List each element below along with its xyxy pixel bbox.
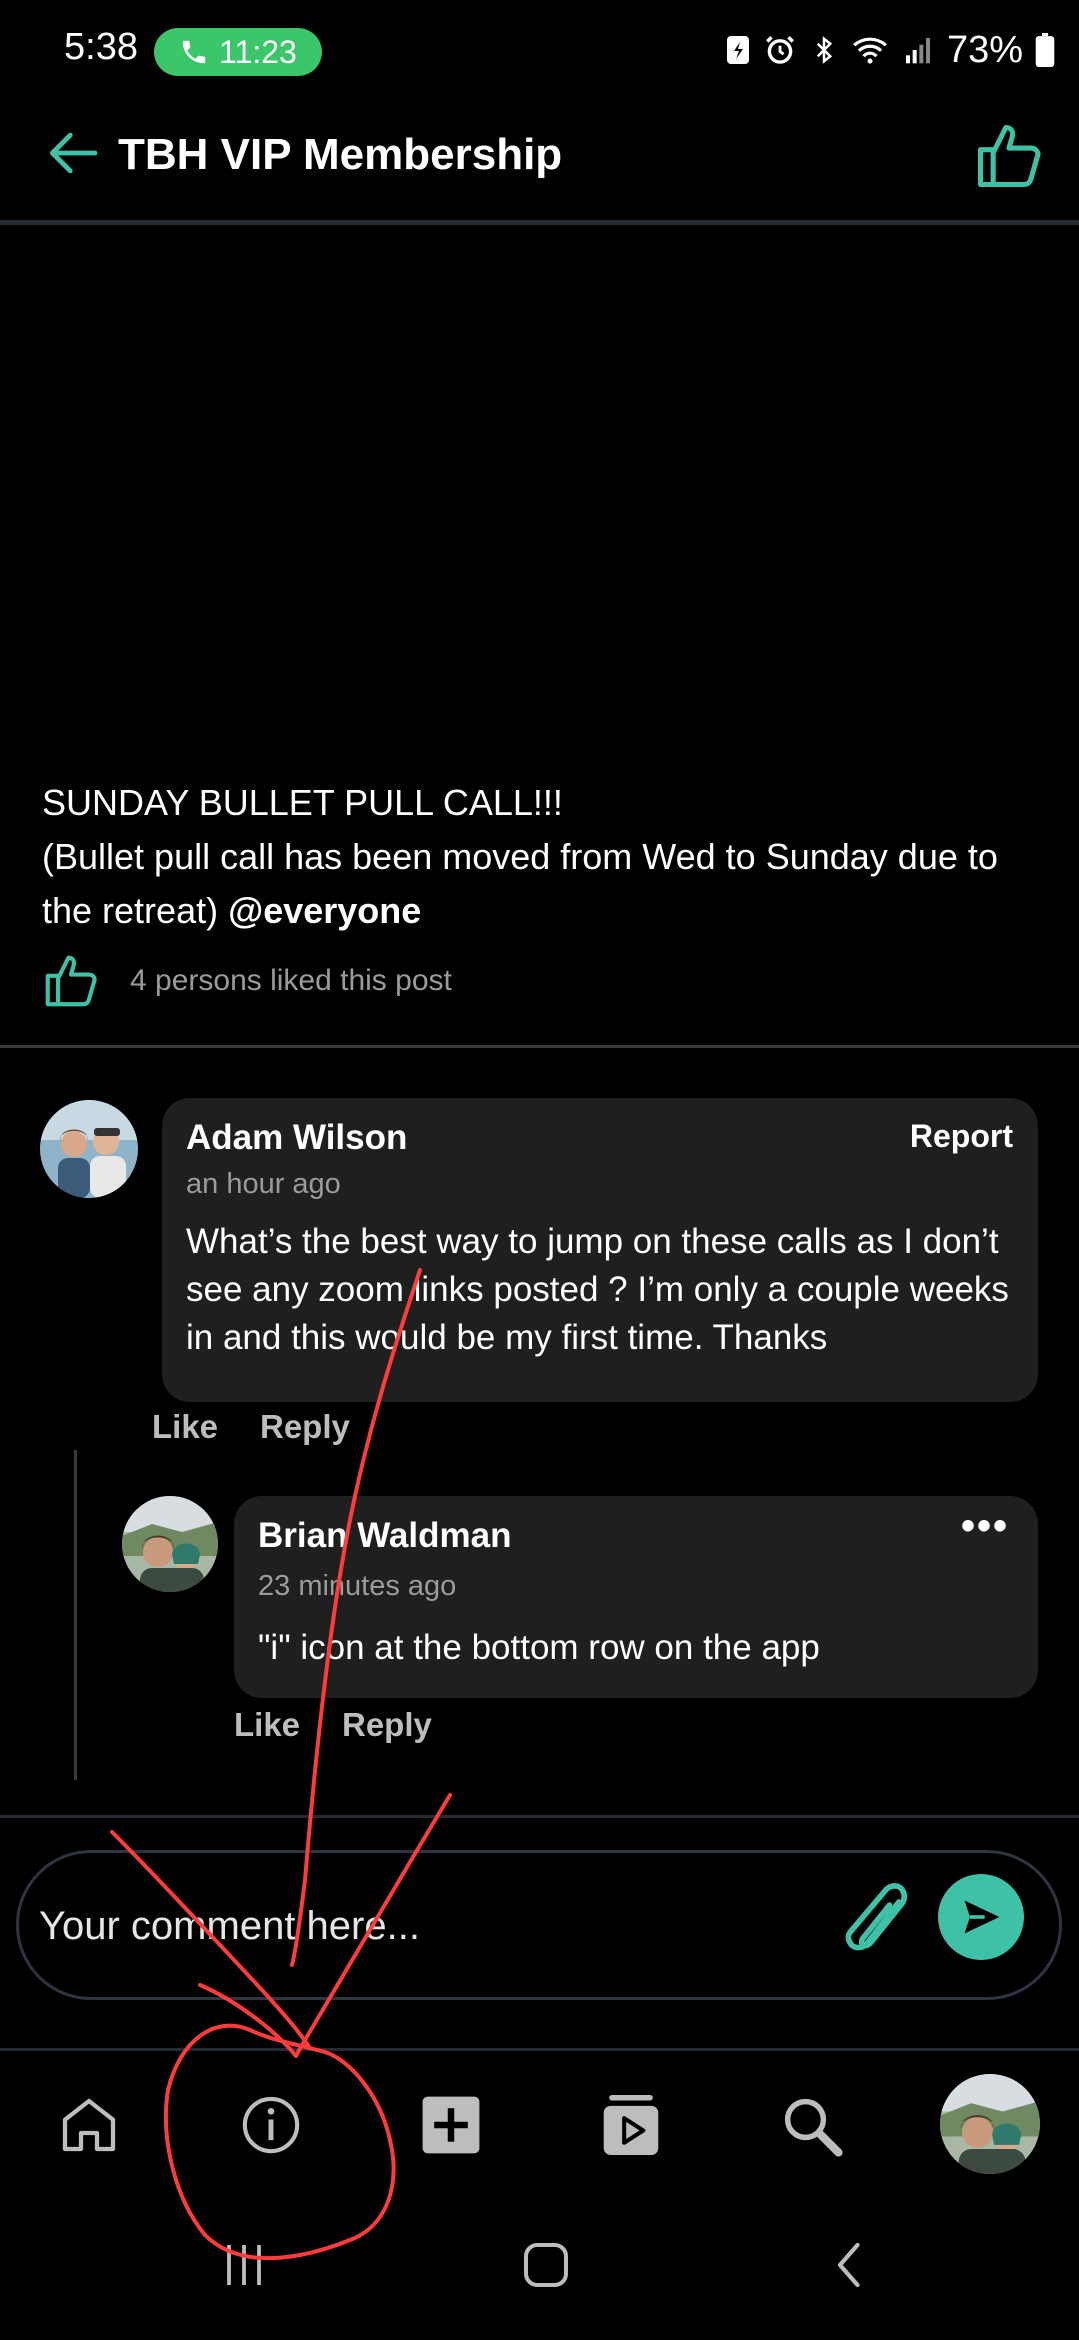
wifi-icon <box>853 37 887 64</box>
thread-line <box>74 1450 77 1780</box>
home-icon <box>62 2098 116 2152</box>
call-timer: 11:23 <box>219 33 297 70</box>
header-divider <box>0 220 1079 225</box>
profile-avatar <box>940 2074 1040 2174</box>
likes-count[interactable]: 4 persons liked this post <box>130 964 452 998</box>
reply-author[interactable]: Brian Waldman <box>258 1516 511 1556</box>
alarm-icon <box>765 36 794 64</box>
tab-home[interactable] <box>44 2080 134 2170</box>
tab-search[interactable] <box>766 2080 856 2170</box>
nfc-icon <box>726 36 749 64</box>
home-icon <box>524 2243 568 2287</box>
media-icon <box>603 2095 659 2155</box>
post-title: SUNDAY BULLET PULL CALL!!! <box>42 782 563 823</box>
add-icon <box>422 2096 480 2154</box>
battery-icon <box>1035 33 1055 67</box>
avatar-photo <box>122 1496 218 1592</box>
info-icon <box>242 2096 300 2154</box>
reply-like-button[interactable]: Like <box>234 1706 300 1744</box>
send-button[interactable] <box>938 1874 1024 1960</box>
paperclip-icon <box>845 1883 908 1951</box>
reply-reply-button[interactable]: Reply <box>342 1706 432 1744</box>
battery-percentage: 73% <box>946 28 1023 71</box>
tab-profile[interactable] <box>940 2074 1040 2174</box>
reply-time: 23 minutes ago <box>258 1570 457 1602</box>
status-bar: 5:38 11:23 73% <box>0 0 1079 100</box>
signal-icon <box>905 38 930 64</box>
comment-input[interactable] <box>37 1883 841 1969</box>
avatar[interactable] <box>122 1496 218 1592</box>
comment-reply-button[interactable]: Reply <box>260 1408 350 1446</box>
comment-time: an hour ago <box>186 1168 341 1200</box>
app-header: TBH VIP Membership <box>0 100 1079 224</box>
more-options-button[interactable]: ••• <box>961 1504 1009 1549</box>
back-button[interactable] <box>40 120 106 186</box>
tab-info[interactable] <box>226 2080 316 2170</box>
ongoing-call-pill[interactable]: 11:23 <box>154 28 322 76</box>
mention-link[interactable]: @everyone <box>228 890 421 931</box>
system-back-button[interactable] <box>810 2230 890 2300</box>
system-recents-button[interactable] <box>204 2230 284 2300</box>
post-message: (Bullet pull call has been moved from We… <box>42 836 998 931</box>
comment-body: What’s the best way to jump on these cal… <box>186 1222 1009 1357</box>
report-button[interactable]: Report <box>910 1118 1013 1155</box>
like-post-button[interactable] <box>971 118 1047 194</box>
reply-body: "i" icon at the bottom row on the app <box>258 1628 820 1667</box>
post-text: (Bullet pull call has been moved from We… <box>42 830 1052 938</box>
avatar[interactable] <box>40 1100 138 1198</box>
page-title: TBH VIP Membership <box>118 130 563 179</box>
send-icon <box>964 1900 1000 1934</box>
recents-icon <box>227 2245 261 2285</box>
back-icon <box>837 2242 860 2288</box>
tab-bar-divider <box>0 2048 1079 2051</box>
phone-icon <box>182 40 206 64</box>
comment-author[interactable]: Adam Wilson <box>186 1118 407 1158</box>
tab-add[interactable] <box>406 2080 496 2170</box>
attach-button[interactable] <box>842 1880 918 1968</box>
system-home-button[interactable] <box>506 2230 586 2300</box>
post-like-button[interactable] <box>40 950 102 1012</box>
thumbs-up-icon <box>977 124 1041 188</box>
post-divider <box>0 1045 1079 1048</box>
tab-media[interactable] <box>586 2080 676 2170</box>
status-icons: 73% <box>725 26 1055 74</box>
thumbs-up-icon <box>45 955 97 1007</box>
comment-like-button[interactable]: Like <box>152 1408 218 1446</box>
bluetooth-icon <box>816 36 833 64</box>
avatar-photo <box>40 1100 138 1198</box>
comments-divider <box>0 1815 1079 1818</box>
status-time: 5:38 <box>64 26 138 68</box>
arrow-left-icon <box>49 132 98 174</box>
search-icon <box>784 2098 843 2157</box>
post-body: SUNDAY BULLET PULL CALL!!! (Bullet pull … <box>42 776 1052 938</box>
